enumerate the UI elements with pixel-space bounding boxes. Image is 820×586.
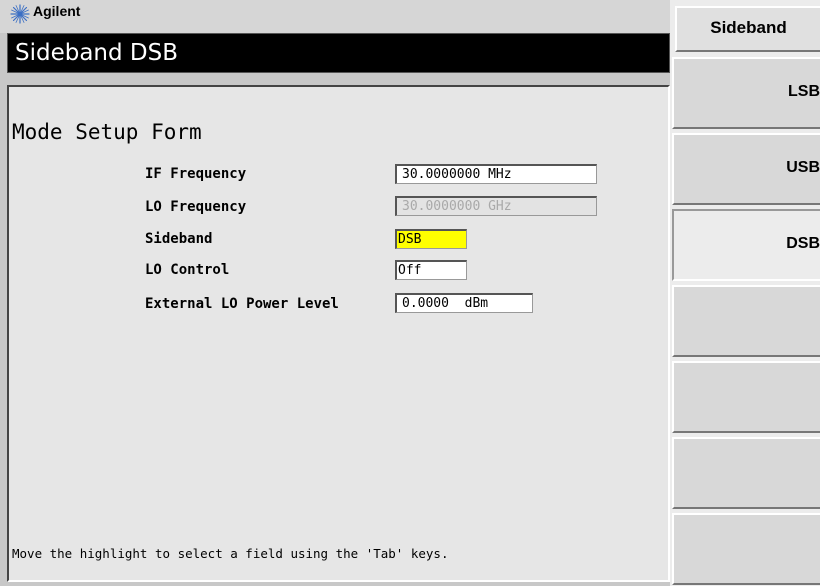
lo-control-label: LO Control — [145, 262, 230, 278]
sideband-label: Sideband — [145, 231, 213, 247]
help-text: Move the highlight to select a field usi… — [12, 546, 449, 561]
brand-name: Agilent — [33, 3, 81, 19]
if-frequency-field[interactable]: 30.0000000 MHz — [395, 164, 597, 184]
softkey-lsb[interactable]: LSB — [672, 57, 820, 129]
sideband-field[interactable]: DSB — [395, 229, 467, 249]
page-title: Sideband DSB — [15, 40, 179, 66]
softkey-5[interactable] — [672, 361, 820, 433]
softkey-usb[interactable]: USB — [672, 133, 820, 205]
softkey-7[interactable] — [672, 513, 820, 585]
lo-control-field[interactable]: Off — [395, 260, 467, 280]
softkey-4[interactable] — [672, 285, 820, 357]
lo-frequency-label: LO Frequency — [145, 199, 247, 215]
mode-setup-form: Mode Setup Form IF Frequency 30.0000000 … — [7, 85, 670, 582]
title-bar: Sideband DSB — [7, 33, 670, 73]
softkey-menu-title: Sideband — [675, 6, 820, 52]
if-frequency-label: IF Frequency — [145, 166, 247, 182]
agilent-spark-icon — [10, 4, 30, 24]
softkey-dsb[interactable]: DSB — [672, 209, 820, 281]
brand-bar: Agilent — [0, 0, 670, 33]
lo-frequency-field: 30.0000000 GHz — [395, 196, 597, 216]
form-title: Mode Setup Form — [12, 120, 202, 144]
external-lo-power-label: External LO Power Level — [145, 296, 339, 312]
external-lo-power-field[interactable]: 0.0000 dBm — [395, 293, 533, 313]
softkey-menu: Sideband LSB USB DSB — [670, 0, 820, 586]
softkey-6[interactable] — [672, 437, 820, 509]
